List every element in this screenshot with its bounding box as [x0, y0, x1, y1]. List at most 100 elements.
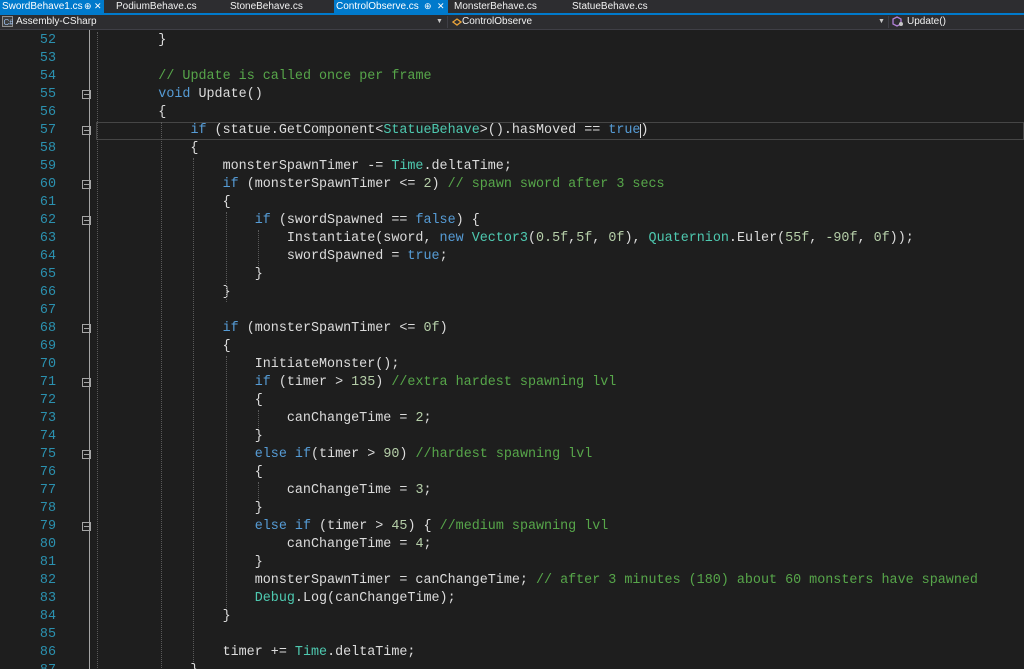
code-token: {: [94, 105, 167, 120]
code-line[interactable]: 71 if (timer > 135) //extra hardest spaw…: [0, 374, 1024, 392]
code-token: (: [527, 231, 536, 246]
tab-swordbehave1[interactable]: SwordBehave1.cs ⊕ ✕: [0, 0, 104, 13]
line-number: 66: [39, 285, 56, 300]
code-text: {: [94, 464, 263, 482]
text-caret: [640, 124, 642, 138]
code-line[interactable]: 74 }: [0, 428, 1024, 446]
pin-icon[interactable]: ⊕: [84, 0, 92, 13]
code-line[interactable]: 55 void Update(): [0, 86, 1024, 104]
code-text: }: [94, 554, 263, 572]
close-icon[interactable]: ✕: [437, 0, 445, 13]
csharp-project-icon: C#: [2, 16, 13, 27]
code-line[interactable]: 82 monsterSpawnTimer = canChangeTime; //…: [0, 572, 1024, 590]
code-line[interactable]: 62 if (swordSpawned == false) {: [0, 212, 1024, 230]
code-line[interactable]: 86 timer += Time.deltaTime;: [0, 644, 1024, 662]
code-line[interactable]: 61 {: [0, 194, 1024, 212]
code-token: }: [94, 609, 231, 624]
tab-monsterbehave[interactable]: MonsterBehave.cs: [452, 0, 562, 13]
code-line[interactable]: 59 monsterSpawnTimer -= Time.deltaTime;: [0, 158, 1024, 176]
line-number: 72: [39, 393, 56, 408]
code-line[interactable]: 52 }: [0, 32, 1024, 50]
code-line[interactable]: 76 {: [0, 464, 1024, 482]
code-token: .deltaTime;: [423, 159, 512, 174]
project-dropdown[interactable]: C# Assembly-CSharp: [2, 15, 442, 29]
line-number: 54: [39, 69, 56, 84]
code-line[interactable]: 81 }: [0, 554, 1024, 572]
line-number: 58: [39, 141, 56, 156]
code-text: // Update is called once per frame: [94, 68, 431, 86]
code-token: 2: [423, 177, 432, 192]
code-text: {: [94, 338, 231, 356]
code-token: ),: [624, 231, 649, 246]
code-token: //hardest spawning lvl: [415, 447, 593, 462]
line-number: 78: [39, 501, 56, 516]
code-line[interactable]: 68 if (monsterSpawnTimer <= 0f): [0, 320, 1024, 338]
code-line[interactable]: 69 {: [0, 338, 1024, 356]
code-token: //medium spawning lvl: [439, 519, 609, 534]
code-line[interactable]: 53: [0, 50, 1024, 68]
line-number: 74: [39, 429, 56, 444]
member-dropdown[interactable]: Update(): [892, 15, 1020, 29]
line-number: 87: [20, 662, 56, 669]
code-line[interactable]: 77 canChangeTime = 3;: [0, 482, 1024, 500]
code-token: }: [94, 501, 263, 516]
line-number: 85: [39, 627, 56, 642]
close-icon[interactable]: ✕: [94, 0, 102, 13]
code-token: ;: [423, 483, 432, 498]
code-text: {: [94, 392, 263, 410]
code-line[interactable]: 65 }: [0, 266, 1024, 284]
line-number: 61: [39, 195, 56, 210]
code-editor[interactable]: 52 } 53 54 // Update is called once per fr…: [0, 30, 1024, 669]
code-text: monsterSpawnTimer -= Time.deltaTime;: [94, 158, 512, 176]
chevron-down-icon[interactable]: ▼: [436, 15, 443, 29]
code-line[interactable]: 63 Instantiate(sword, new Vector3(0.5f,5…: [0, 230, 1024, 248]
type-dropdown[interactable]: ControlObserve: [452, 15, 872, 29]
code-text: InitiateMonster();: [94, 356, 400, 374]
tab-label: MonsterBehave.cs: [454, 1, 537, 12]
code-text: if (timer > 135) //extra hardest spawnin…: [94, 374, 617, 392]
tab-label: SwordBehave1.cs: [2, 1, 83, 12]
code-token: (timer >: [270, 375, 352, 390]
code-line[interactable]: 64 swordSpawned = true;: [0, 248, 1024, 266]
code-token: {: [94, 393, 263, 408]
line-number: 69: [39, 339, 56, 354]
document-tab-strip: SwordBehave1.cs ⊕ ✕ PodiumBehave.cs Ston…: [0, 0, 1024, 13]
code-token: 0f: [423, 321, 440, 336]
code-line[interactable]: 85: [0, 626, 1024, 644]
code-line[interactable]: 79 else if (timer > 45) { //medium spawn…: [0, 518, 1024, 536]
code-token: if: [190, 123, 207, 138]
tab-podiumbehave[interactable]: PodiumBehave.cs: [114, 0, 214, 13]
code-token: ) {: [455, 213, 480, 228]
line-number: 84: [39, 609, 56, 624]
tab-statuebehave[interactable]: StatueBehave.cs: [570, 0, 670, 13]
code-line[interactable]: 58 {: [0, 140, 1024, 158]
tab-stonebehave[interactable]: StoneBehave.cs: [228, 0, 328, 13]
code-line[interactable]: 56 {: [0, 104, 1024, 122]
code-line[interactable]: 78 }: [0, 500, 1024, 518]
code-line[interactable]: 70 InitiateMonster();: [0, 356, 1024, 374]
divider: [447, 16, 448, 28]
code-token: (statue.GetComponent<: [206, 123, 384, 138]
tab-controlobserve[interactable]: ControlObserve.cs ⊕ ✕: [334, 0, 448, 13]
code-text: {: [94, 140, 198, 158]
code-line[interactable]: 73 canChangeTime = 2;: [0, 410, 1024, 428]
code-line[interactable]: 72 {: [0, 392, 1024, 410]
code-line[interactable]: 83 Debug.Log(canChangeTime);: [0, 590, 1024, 608]
code-line[interactable]: 57 if (statue.GetComponent<StatueBehave>…: [0, 122, 1024, 140]
code-line[interactable]: 80 canChangeTime = 4;: [0, 536, 1024, 554]
code-line[interactable]: 66 }: [0, 284, 1024, 302]
pin-icon[interactable]: ⊕: [424, 0, 432, 13]
code-line[interactable]: 54 // Update is called once per frame: [0, 68, 1024, 86]
code-token: Vector3: [471, 231, 528, 246]
code-line[interactable]: 87 }: [0, 662, 1024, 669]
code-token: ,: [592, 231, 609, 246]
indent-guide: [97, 32, 98, 669]
code-line[interactable]: 67: [0, 302, 1024, 320]
code-line[interactable]: 75 else if(timer > 90) //hardest spawnin…: [0, 446, 1024, 464]
code-line[interactable]: 60 if (monsterSpawnTimer <= 2) // spawn …: [0, 176, 1024, 194]
code-token: canChangeTime =: [94, 483, 416, 498]
chevron-down-icon[interactable]: ▼: [878, 15, 885, 29]
code-line[interactable]: 84 }: [0, 608, 1024, 626]
